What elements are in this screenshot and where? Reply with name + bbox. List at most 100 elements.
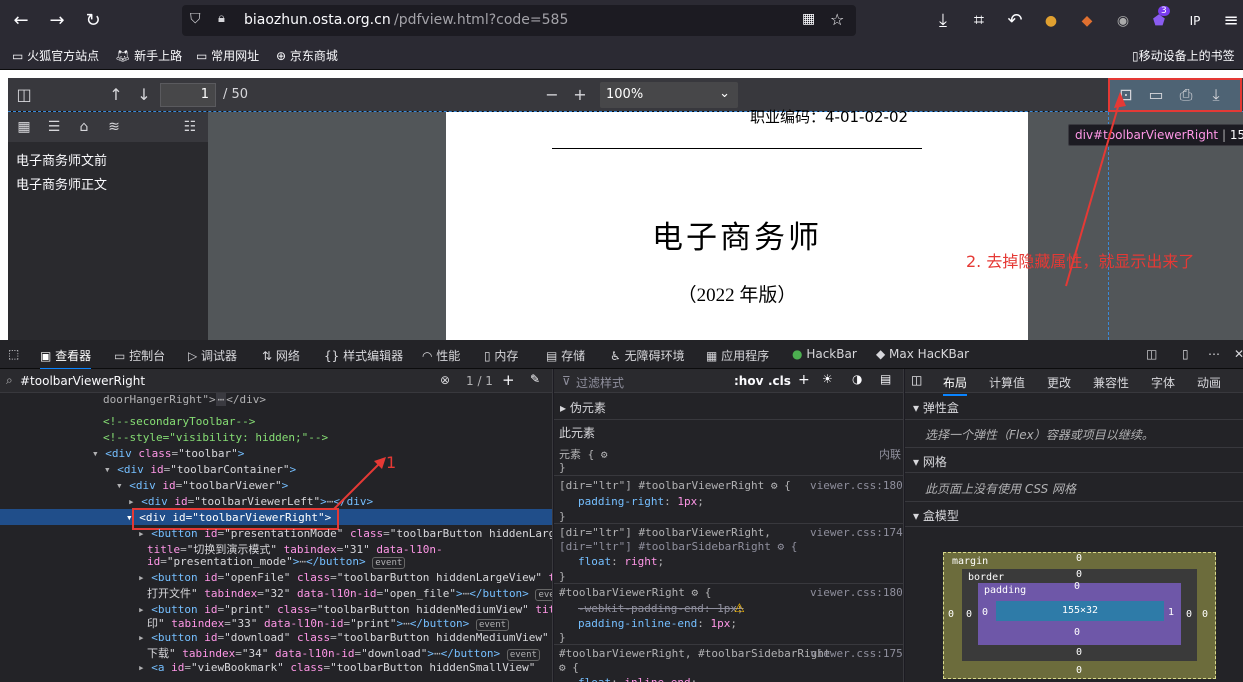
add-node-icon[interactable]: + — [502, 371, 515, 389]
box-model-content: 155×32 — [996, 601, 1164, 621]
more-icon[interactable]: ⋯ — [1208, 347, 1220, 361]
tab-computed[interactable]: 计算值 — [989, 374, 1025, 391]
clear-search-icon[interactable]: ⊗ — [440, 373, 450, 387]
sidebar-toggle-icon[interactable]: ◫ — [12, 83, 36, 107]
pick-element-icon[interactable]: ⬚ — [8, 347, 19, 361]
separator — [554, 583, 903, 584]
annotation-1: 1 — [386, 453, 397, 472]
dock-icon[interactable]: ◫ — [1146, 347, 1157, 361]
dark-theme-icon[interactable]: ◑ — [852, 372, 862, 386]
search-input[interactable]: #toolbarViewerRight — [20, 374, 145, 388]
print-sim-icon[interactable]: ▤ — [880, 372, 891, 386]
tab-changes[interactable]: 更改 — [1047, 374, 1071, 391]
zoom-select[interactable]: 100% ⌄ — [600, 82, 738, 108]
tab-storage[interactable]: ▤ 存储 — [546, 347, 585, 364]
flexbox-header[interactable]: ▾ 弹性盒 — [905, 394, 1243, 420]
hackbar-icon[interactable]: ◆ — [1074, 8, 1100, 34]
tab-max-hackbar[interactable]: ◆ Max HacKBar — [876, 347, 969, 361]
pseudo-elements-toggle[interactable]: ▸ 伪元素 — [560, 399, 606, 416]
forward-icon[interactable]: → — [44, 8, 70, 34]
tab-accessibility[interactable]: ♿︎ 无障碍环境 — [610, 347, 685, 364]
tab-performance[interactable]: ◠ 性能 — [422, 347, 460, 364]
url-host: biaozhun.osta.org.cn — [244, 12, 391, 28]
add-rule-icon[interactable]: + — [798, 372, 810, 388]
warning-icon: ⚠ — [734, 601, 745, 615]
cls-button[interactable]: .cls — [768, 374, 791, 388]
bookmarks-bar: ▭ 火狐官方站点 🦊︎ 新手上路 ▭ 常用网址 ⊕ 京东商城 ▯移动设备上的书签 — [0, 42, 1243, 70]
url-bar[interactable]: ⛉ 🔒︎ biaozhun.osta.org.cn /pdfview.html?… — [182, 5, 856, 36]
bookmark-item[interactable]: ▭ 火狐官方站点 — [12, 47, 99, 64]
sidebar-tabs: ▦ ☰ ⌂ ≋ ☷ — [8, 112, 208, 142]
tab-layout[interactable]: 布局 — [943, 374, 968, 396]
filter-input[interactable]: 过滤样式 — [576, 374, 624, 391]
rules-toolbar: ⊽ 过滤样式 :hov .cls + ☀ ◑ ▤ — [554, 369, 903, 393]
lock-icon[interactable]: 🔒︎ — [218, 11, 225, 26]
print-icon[interactable]: ⎙ — [1174, 83, 1198, 107]
tab-network[interactable]: ⇅ 网络 — [262, 347, 300, 364]
separator — [554, 644, 903, 645]
back-icon[interactable]: ← — [8, 8, 34, 34]
bookmark-item[interactable]: ⊕ 京东商城 — [276, 47, 338, 64]
reload-icon[interactable]: ↻ — [80, 8, 106, 34]
tab-memory[interactable]: ▯ 内存 — [484, 347, 518, 364]
tab-fonts[interactable]: 字体 — [1151, 374, 1175, 391]
eyedropper-icon[interactable]: ✎ — [530, 372, 540, 386]
markup-pane: ⌕ #toolbarViewerRight ⊗ 1 / 1 + ✎ doorHa… — [0, 369, 553, 682]
menu-icon[interactable]: ≡ — [1218, 8, 1243, 34]
tab-style-editor[interactable]: {} 样式编辑器 — [324, 347, 403, 364]
markup-search[interactable]: ⌕ #toolbarViewerRight ⊗ 1 / 1 + ✎ — [0, 369, 552, 393]
responsive-icon[interactable]: ▯ — [1182, 347, 1189, 361]
layout-tabs: ◫ 布局 计算值 更改 兼容性 字体 动画 — [905, 369, 1243, 396]
tab-inspector[interactable]: ▣ 查看器 — [40, 347, 92, 370]
download-icon[interactable]: ⤓ — [930, 8, 956, 34]
extension-icon[interactable]: ● — [1038, 8, 1064, 34]
shield-icon[interactable]: ⛉ — [190, 11, 201, 27]
tab-hackbar[interactable]: ● HackBar — [792, 347, 857, 361]
box-model-padding: padding 0 0 1 155×32 0 — [978, 581, 1181, 645]
tab-console[interactable]: ▭ 控制台 — [114, 347, 165, 364]
open-file-icon[interactable]: ▭ — [1144, 83, 1168, 107]
boxmodel-header[interactable]: ▾ 盒模型 — [905, 501, 1243, 527]
doc-edition: （2022 年版） — [677, 285, 797, 306]
zoom-in-icon[interactable]: + — [568, 83, 592, 107]
bookmark-item[interactable]: 🦊︎ 新手上路 — [115, 47, 182, 64]
layers-icon[interactable]: ≋ — [104, 118, 124, 136]
close-icon[interactable]: ✕ — [1234, 347, 1243, 361]
download-icon[interactable]: ⤓ — [1204, 83, 1228, 107]
pdf-viewer: ◫ ↑ ↓ 1 / 50 − + 100% ⌄ ⊡ ▭ ⎙ ⤓ ▦ ☰ ⌂ ≋ ☷… — [0, 70, 1243, 340]
bookmark-item[interactable]: ▭ 常用网址 — [196, 47, 259, 64]
search-icon: ⌕ — [6, 373, 13, 387]
tab-application[interactable]: ▦ 应用程序 — [706, 347, 769, 364]
zoom-out-icon[interactable]: − — [540, 83, 564, 107]
hov-button[interactable]: :hov — [734, 374, 763, 388]
mobile-bookmarks[interactable]: ▯移动设备上的书签 — [1132, 47, 1235, 64]
badge-count: 3 — [1158, 6, 1170, 16]
qr-code-icon[interactable]: ▦ — [802, 11, 815, 27]
outline-item[interactable]: 电子商务师文前 — [16, 150, 107, 169]
url-path: /pdfview.html?code=585 — [394, 12, 569, 28]
attachments-icon[interactable]: ⌂ — [74, 118, 94, 136]
current-outline-icon[interactable]: ☷ — [180, 118, 200, 136]
outline-item[interactable]: 电子商务师正文 — [16, 174, 107, 193]
undo-icon[interactable]: ↶ — [1002, 8, 1028, 34]
crop-icon[interactable]: ⌗ — [966, 8, 992, 34]
this-element-header: 此元素 — [559, 426, 596, 440]
ip-icon[interactable]: IP — [1182, 8, 1208, 34]
filter-icon: ⊽ — [562, 374, 571, 388]
tab-compatibility[interactable]: 兼容性 — [1093, 374, 1129, 391]
sidebar-toggle-icon[interactable]: ◫ — [911, 373, 922, 387]
tab-debugger[interactable]: ▷ 调试器 — [188, 347, 237, 364]
outline-icon[interactable]: ☰ — [44, 118, 64, 136]
page-number-input[interactable]: 1 — [160, 83, 216, 107]
thumbnails-icon[interactable]: ▦ — [14, 118, 34, 136]
light-theme-icon[interactable]: ☀ — [822, 372, 833, 386]
prev-page-icon[interactable]: ↑ — [104, 83, 128, 107]
record-icon[interactable]: ◉ — [1110, 8, 1136, 34]
pdf-page: 职业编码：4-01-02-02 电子商务师 （2022 年版） — [446, 108, 1028, 340]
browser-navbar: ← → ↻ ⛉ 🔒︎ biaozhun.osta.org.cn /pdfview… — [0, 0, 1243, 42]
star-icon[interactable]: ☆ — [830, 10, 844, 29]
grid-header[interactable]: ▾ 网格 — [905, 447, 1243, 473]
next-page-icon[interactable]: ↓ — [132, 83, 156, 107]
tab-animations[interactable]: 动画 — [1197, 374, 1221, 391]
box-model-border: border 0 0 0 padding 0 0 1 155×32 0 0 — [962, 569, 1197, 661]
